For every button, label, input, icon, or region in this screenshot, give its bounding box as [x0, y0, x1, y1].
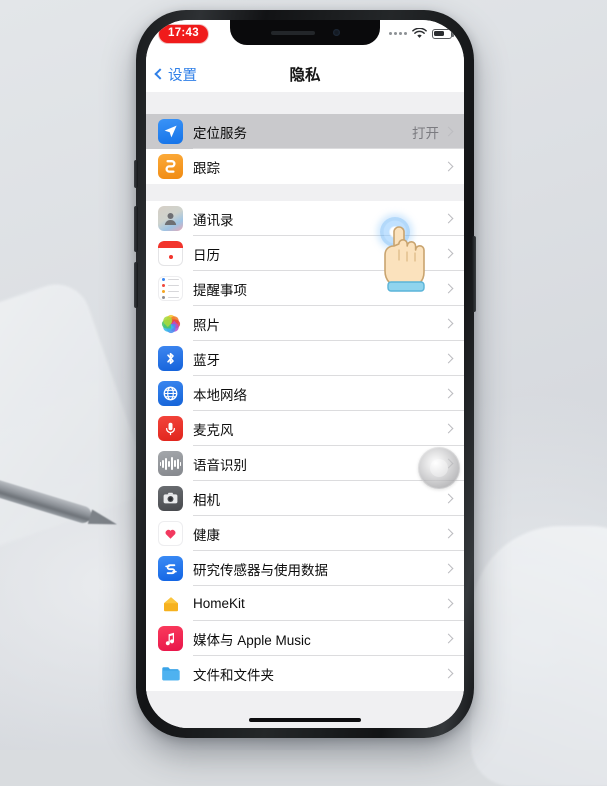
- apple-music-icon: [158, 626, 183, 651]
- photos-icon: [158, 311, 183, 336]
- list-item-label: 健康: [193, 527, 220, 543]
- list-item-label: 照片: [193, 317, 220, 333]
- list-item-label: 麦克风: [193, 422, 234, 438]
- chevron-right-icon: [443, 283, 454, 294]
- chevron-right-icon: [443, 353, 454, 364]
- chevron-right-icon: [443, 633, 454, 644]
- list-item-label: 相机: [193, 492, 220, 508]
- microphone-icon: [158, 416, 183, 441]
- assistive-touch-button[interactable]: [418, 447, 460, 489]
- list-item[interactable]: 文件和文件夹: [146, 656, 464, 691]
- list-item-label: 提醒事项: [193, 282, 247, 298]
- list-item[interactable]: 蓝牙: [146, 341, 464, 376]
- list-item[interactable]: 本地网络: [146, 376, 464, 411]
- chevron-right-icon: [443, 493, 454, 504]
- desk-scene: 17:43 设置 隐私 定位服务 打开 跟踪 通讯录 日历 提醒事项 照片 蓝牙…: [0, 0, 607, 786]
- list-item-label: HomeKit: [193, 596, 245, 611]
- privacy-settings-list[interactable]: 定位服务 打开跟踪 通讯录日历提醒事项照片蓝牙本地网络麦克风语音识别相机健康研究传…: [146, 92, 464, 728]
- chevron-right-icon: [443, 126, 454, 137]
- wifi-icon: [412, 28, 427, 38]
- display-notch: [230, 20, 380, 45]
- list-item[interactable]: HomeKit: [146, 586, 464, 621]
- list-item[interactable]: 定位服务 打开: [146, 114, 464, 149]
- phone-screen: 17:43 设置 隐私 定位服务 打开 跟踪 通讯录 日历 提醒事项 照片 蓝牙…: [146, 20, 464, 728]
- speech-recognition-icon: [158, 451, 183, 476]
- chevron-right-icon: [443, 528, 454, 539]
- chevron-right-icon: [443, 318, 454, 329]
- mute-switch[interactable]: [134, 160, 138, 188]
- back-button[interactable]: 设置: [154, 64, 197, 85]
- chevron-right-icon: [443, 161, 454, 172]
- research-sensor-icon: [158, 556, 183, 581]
- contacts-icon: [158, 206, 183, 231]
- list-item[interactable]: 媒体与 Apple Music: [146, 621, 464, 656]
- homekit-icon: [158, 591, 183, 616]
- chevron-right-icon: [443, 598, 454, 609]
- chevron-right-icon: [443, 563, 454, 574]
- list-item[interactable]: 相机: [146, 481, 464, 516]
- signal-dots-icon: [389, 32, 407, 35]
- reminders-icon: [158, 276, 183, 301]
- bluetooth-icon: [158, 346, 183, 371]
- desk-paper-right: [471, 526, 607, 786]
- front-camera-icon: [332, 29, 340, 36]
- list-item-label: 跟踪: [193, 160, 220, 176]
- list-item-label: 文件和文件夹: [193, 667, 274, 683]
- list-item[interactable]: 研究传感器与使用数据: [146, 551, 464, 586]
- chevron-right-icon: [443, 388, 454, 399]
- list-item[interactable]: 提醒事项: [146, 271, 464, 306]
- iphone-device: 17:43 设置 隐私 定位服务 打开 跟踪 通讯录 日历 提醒事项 照片 蓝牙…: [134, 10, 476, 738]
- list-item[interactable]: 健康: [146, 516, 464, 551]
- chevron-right-icon: [443, 248, 454, 259]
- list-item-label: 语音识别: [193, 457, 247, 473]
- list-item-label: 通讯录: [193, 212, 234, 228]
- status-bar: 17:43: [146, 20, 464, 56]
- list-item-value: 打开: [412, 125, 439, 141]
- list-item-label: 蓝牙: [193, 352, 220, 368]
- chevron-left-icon: [154, 68, 166, 80]
- health-icon: [158, 521, 183, 546]
- list-item-label: 媒体与 Apple Music: [193, 632, 311, 648]
- back-button-label: 设置: [168, 67, 197, 84]
- chevron-right-icon: [443, 423, 454, 434]
- list-item-label: 定位服务: [193, 125, 247, 141]
- chevron-right-icon: [443, 668, 454, 679]
- calendar-icon: [158, 241, 183, 266]
- list-top-gap: [146, 92, 464, 114]
- chevron-right-icon: [443, 213, 454, 224]
- settings-group-apps: 通讯录日历提醒事项照片蓝牙本地网络麦克风语音识别相机健康研究传感器与使用数据 Ho…: [146, 201, 464, 691]
- earpiece-speaker-icon: [270, 30, 315, 35]
- navigation-bar: 设置 隐私: [146, 56, 464, 92]
- list-mid-gap: [146, 184, 464, 201]
- status-bar-right: [389, 28, 454, 39]
- list-item[interactable]: 麦克风: [146, 411, 464, 446]
- list-item[interactable]: 语音识别: [146, 446, 464, 481]
- files-folders-icon: [158, 661, 183, 686]
- list-item-label: 研究传感器与使用数据: [193, 562, 328, 578]
- camera-icon: [158, 486, 183, 511]
- location-arrow-icon: [158, 119, 183, 144]
- power-button[interactable]: [472, 236, 476, 312]
- list-item[interactable]: 通讯录: [146, 201, 464, 236]
- battery-icon: [432, 28, 454, 39]
- list-item[interactable]: 跟踪: [146, 149, 464, 184]
- list-item[interactable]: 照片: [146, 306, 464, 341]
- home-indicator[interactable]: [249, 717, 361, 722]
- settings-group-primary: 定位服务 打开跟踪: [146, 114, 464, 184]
- local-network-icon: [158, 381, 183, 406]
- tracking-icon: [158, 154, 183, 179]
- recording-time-pill[interactable]: 17:43: [159, 25, 208, 44]
- list-item-label: 日历: [193, 247, 220, 263]
- list-item[interactable]: 日历: [146, 236, 464, 271]
- list-item-label: 本地网络: [193, 387, 247, 403]
